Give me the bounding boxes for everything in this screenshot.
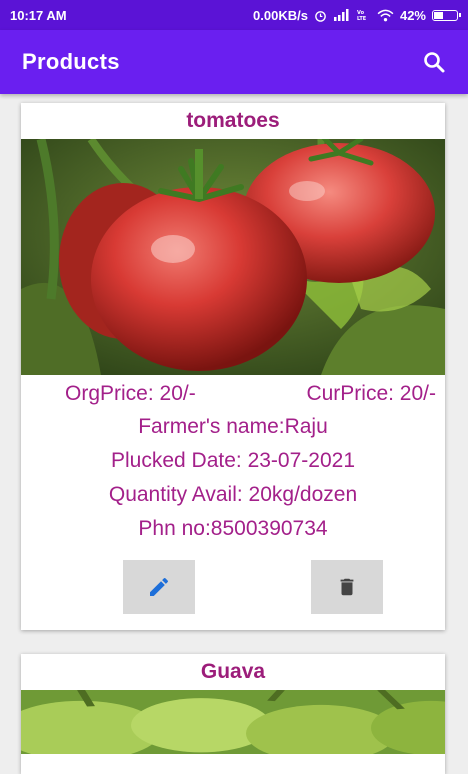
product-image-tomatoes [21,139,445,375]
trash-icon [340,578,354,596]
edit-button[interactable] [123,560,195,614]
quantity-available: Quantity Avail: 20kg/dozen [108,483,358,506]
battery-percent: 42% [399,7,426,23]
phone-number: Phn no:8500390734 [138,517,328,540]
alarm-icon [315,10,326,22]
search-button[interactable] [420,48,448,76]
pencil-icon [150,577,169,596]
product-card[interactable]: tomatoes OrgPrice: 20/- CurPrice: 20/- F… [21,103,445,630]
app-bar: Products [0,30,468,94]
svg-text:LTE: LTE [357,16,367,21]
product-image-guava [21,690,445,754]
delete-button[interactable] [311,560,383,614]
cur-price: CurPrice: 20/- [306,382,436,405]
wifi-icon [377,9,394,21]
product-card[interactable]: Guava [21,654,445,774]
status-bar: 10:17 AM 0.00KB/s Vo LTE 42% [0,0,468,30]
farmer-name: Farmer's name:Raju [138,415,328,438]
search-icon [424,52,445,73]
signal-icon [333,9,349,21]
org-price: OrgPrice: 20/- [65,382,196,405]
network-speed: 0.00KB/s [253,7,308,23]
price-row: OrgPrice: 20/- CurPrice: 20/- [21,378,445,410]
product-name: Guava [200,660,266,683]
product-name: tomatoes [186,109,280,132]
plucked-date: Plucked Date: 23-07-2021 [111,449,355,472]
volte-icon: Vo LTE [357,10,367,21]
status-time: 10:17 AM [10,7,67,23]
page-title: Products [22,49,120,74]
status-icons: 0.00KB/s Vo LTE 42% [253,7,461,23]
battery-icon [432,9,461,21]
card-actions [21,546,445,626]
